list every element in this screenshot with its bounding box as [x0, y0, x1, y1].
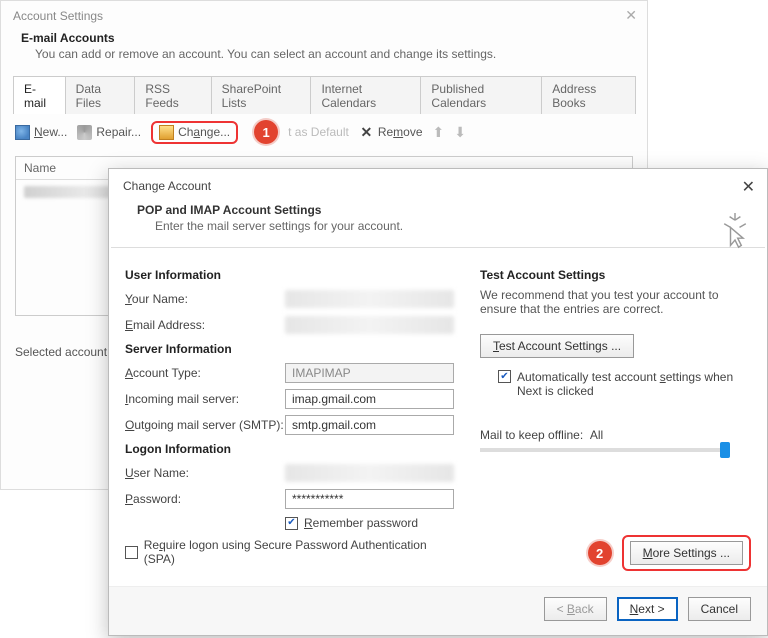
down-arrow-icon[interactable]: ⬇ — [454, 124, 466, 141]
label-account-type: Account Type: — [125, 366, 285, 380]
tab-internet-calendars[interactable]: Internet Calendars — [310, 76, 421, 114]
change-account-dialog: Change Account ✕ POP and IMAP Account Se… — [108, 168, 768, 636]
new-button[interactable]: NNew...ew... — [15, 125, 67, 140]
mail-keep-slider[interactable] — [480, 448, 730, 452]
mail-keep-value: All — [590, 428, 603, 442]
test-description: We recommend that you test your account … — [480, 288, 751, 316]
mail-keep-label: Mail to keep offline: All — [480, 428, 751, 442]
auto-test-label: Automatically test account settings when… — [517, 370, 747, 398]
label-username: User Name: — [125, 466, 285, 480]
folder-icon — [159, 125, 174, 140]
dialog-header: E-mail Accounts You can add or remove an… — [1, 27, 647, 75]
slider-thumb[interactable] — [720, 442, 730, 458]
toolbar: NNew...ew... Repair... Change... 1 t as … — [1, 114, 647, 150]
tab-email[interactable]: E-mail — [13, 76, 66, 114]
header-title: POP and IMAP Account Settings — [137, 203, 753, 217]
dialog-title: Account Settings — [1, 1, 647, 27]
annotation-badge-1: 1 — [254, 120, 278, 144]
password-input[interactable] — [285, 489, 454, 509]
label-incoming: Incoming mail server: — [125, 392, 285, 406]
repair-label: Repair... — [96, 125, 141, 139]
header-subtitle: You can add or remove an account. You ca… — [35, 47, 627, 61]
wizard-buttons: < Back Next > Cancel — [109, 586, 767, 635]
tab-bar: E-mail Data Files RSS Feeds SharePoint L… — [13, 75, 635, 114]
col-left: User Information Your Name: Email Addres… — [125, 262, 454, 572]
more-settings-highlight: More Settings ... — [622, 535, 751, 571]
set-default-label: t as Default — [288, 125, 349, 139]
incoming-server-input[interactable] — [285, 389, 454, 409]
label-email: Email Address: — [125, 318, 285, 332]
require-spa-label: Require logon using Secure Password Auth… — [144, 538, 454, 566]
new-label: NNew...ew... — [34, 125, 67, 139]
annotation-badge-2: 2 — [588, 541, 612, 565]
cancel-button[interactable]: Cancel — [688, 597, 751, 621]
more-settings-button[interactable]: More Settings ... — [630, 541, 743, 565]
tab-data-files[interactable]: Data Files — [65, 76, 136, 114]
remove-button[interactable]: ✕ Remove — [359, 125, 423, 140]
username-input[interactable] — [285, 464, 454, 482]
close-icon[interactable]: ✕ — [625, 7, 637, 24]
form-area: User Information Your Name: Email Addres… — [109, 248, 767, 572]
tab-rss-feeds[interactable]: RSS Feeds — [134, 76, 211, 114]
header-subtitle: Enter the mail server settings for your … — [155, 219, 753, 233]
label-password: Password: — [125, 492, 285, 506]
test-account-button[interactable]: Test Account Settings ... — [480, 334, 634, 358]
email-field[interactable] — [285, 316, 454, 334]
section-logon-info: Logon Information — [125, 442, 454, 456]
change-label: Change... — [178, 125, 230, 139]
tab-sharepoint-lists[interactable]: SharePoint Lists — [211, 76, 312, 114]
new-icon — [15, 125, 30, 140]
remove-label: Remove — [378, 125, 423, 139]
up-arrow-icon[interactable]: ⬆ — [433, 124, 445, 141]
section-server-info: Server Information — [125, 342, 454, 356]
change-button-highlight: Change... — [151, 121, 238, 144]
close-icon[interactable]: ✕ — [742, 177, 755, 197]
cursor-icon — [721, 213, 749, 252]
tab-address-books[interactable]: Address Books — [541, 76, 636, 114]
dialog-title: Change Account — [109, 169, 767, 199]
auto-test-checkbox[interactable]: ✔ — [498, 370, 511, 383]
dialog-header: POP and IMAP Account Settings Enter the … — [109, 199, 767, 247]
col-right: Test Account Settings We recommend that … — [480, 262, 751, 572]
remember-password-label: Remember password — [304, 516, 418, 530]
section-test: Test Account Settings — [480, 268, 751, 282]
remember-password-checkbox[interactable]: ✔ — [285, 517, 298, 530]
require-spa-checkbox[interactable] — [125, 546, 138, 559]
label-your-name: Your Name: — [125, 292, 285, 306]
header-title: E-mail Accounts — [21, 31, 627, 45]
repair-button[interactable]: Repair... — [77, 125, 141, 140]
your-name-field[interactable] — [285, 290, 454, 308]
gear-icon — [77, 125, 92, 140]
change-button[interactable]: Change... — [159, 125, 230, 140]
tab-published-calendars[interactable]: Published Calendars — [420, 76, 542, 114]
label-outgoing: Outgoing mail server (SMTP): — [125, 418, 285, 432]
close-icon: ✕ — [359, 125, 374, 140]
next-button[interactable]: Next > — [617, 597, 678, 621]
back-button: < Back — [544, 597, 607, 621]
outgoing-server-input[interactable] — [285, 415, 454, 435]
account-type-select: IMAPIMAP — [285, 363, 454, 383]
section-user-info: User Information — [125, 268, 454, 282]
